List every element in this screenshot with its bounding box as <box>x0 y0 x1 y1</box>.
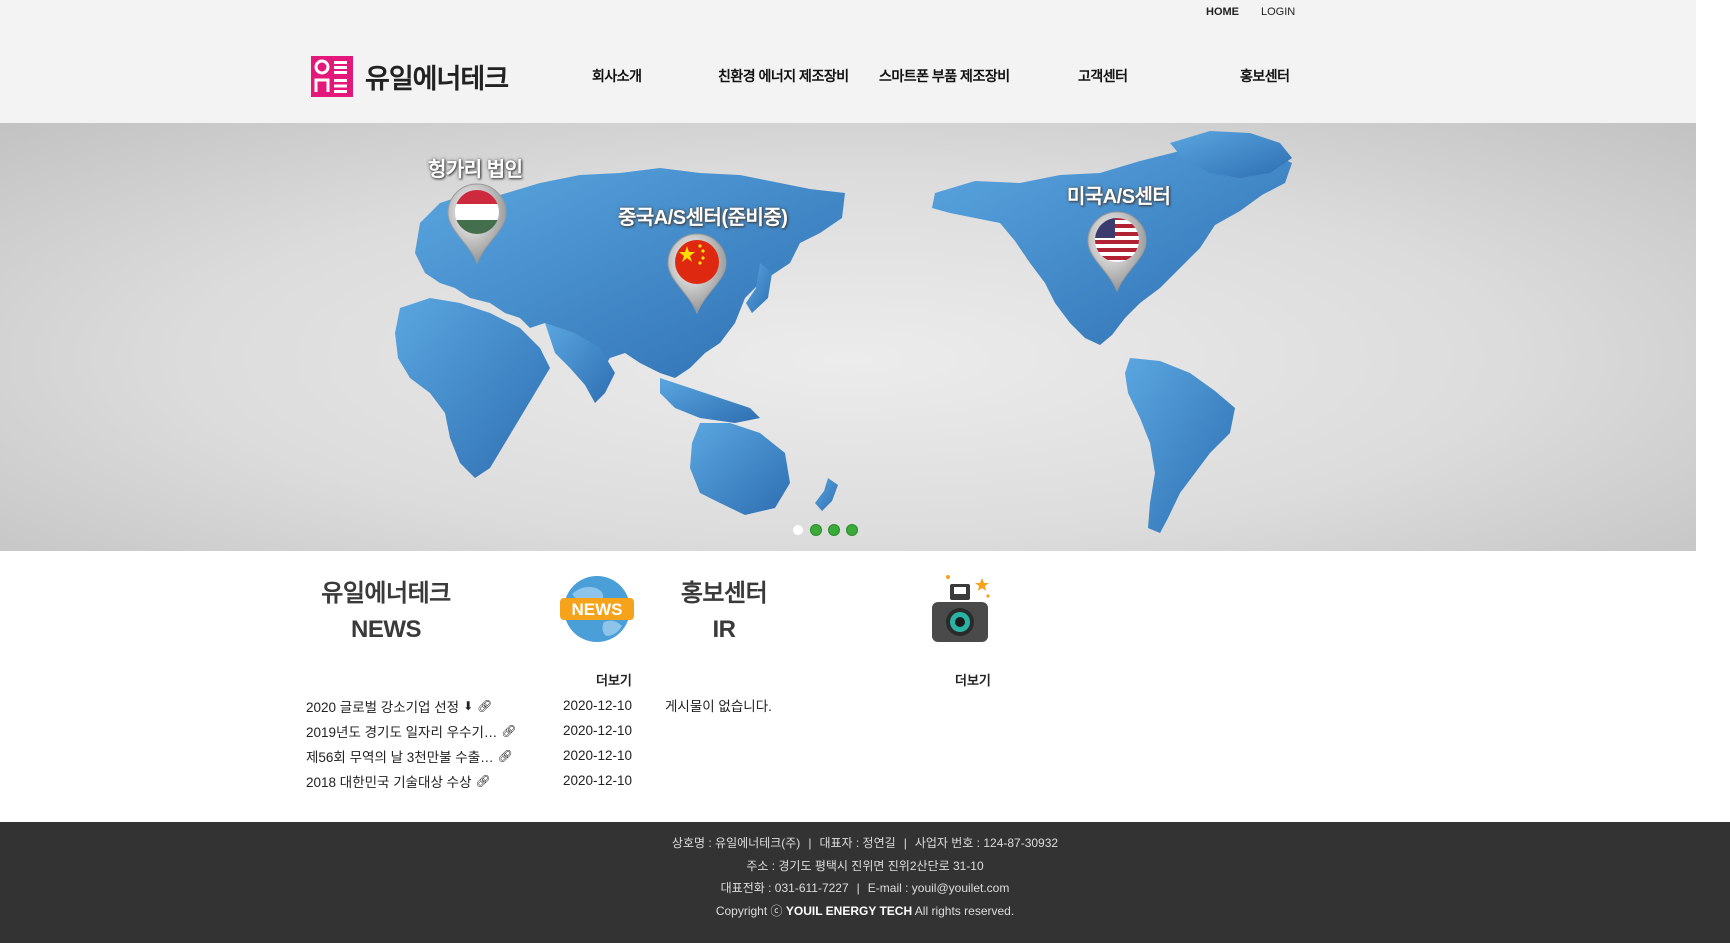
slide-dot-4[interactable] <box>846 524 858 536</box>
news-item[interactable]: 2019년도 경기도 일자리 우수기… 🔗︎ 2020-12-10 <box>306 718 632 743</box>
copyright-suffix: All rights reserved. <box>914 903 1015 918</box>
news-title-line1: 유일에너테크 <box>321 580 451 607</box>
news-item[interactable]: 2020 글로벌 강소기업 선정 ⬇ 🔗︎ 2020-12-10 <box>306 693 632 718</box>
footer-copyright: Copyright ⓒ YOUIL ENERGY TECH All rights… <box>0 900 1730 923</box>
nav-customer-center[interactable]: 고객센터 <box>1078 66 1128 86</box>
map-australia <box>690 423 790 515</box>
footer-separator: | <box>856 881 860 895</box>
slide-dot-2[interactable] <box>810 524 822 536</box>
news-item-date: 2020-12-10 <box>562 748 632 763</box>
world-map <box>395 131 1292 533</box>
hero-banner: 헝가리 법인 중국A/S센터(준비중) 미국A/S센터 <box>0 123 1696 551</box>
footer-line-contact: 대표전화 : 031-611-7227 | E-mail : youil@youil… <box>0 877 1730 900</box>
news-item[interactable]: 제56회 무역의 날 3천만불 수출… 🔗︎ 2020-12-10 <box>306 743 632 768</box>
site-footer: 상호명 : 유일에너테크(주) | 대표자 : 정연길 | 사업자 번호 : 124-8… <box>0 822 1730 943</box>
link-icon: 🔗︎ <box>475 773 491 788</box>
map-south-america <box>1125 358 1235 533</box>
news-title-line2: NEWS <box>351 616 422 643</box>
footer-ceo: 대표자 : 정연길 <box>819 836 896 850</box>
nav-company[interactable]: 회사소개 <box>592 66 642 86</box>
news-item-title[interactable]: 제56회 무역의 날 3천만불 수출… <box>306 746 494 766</box>
pr-more-link[interactable]: 더보기 <box>955 670 991 689</box>
camera-icon <box>932 575 990 642</box>
pin-label-china: 중국A/S센터(준비중) <box>618 207 788 229</box>
news-item-date: 2020-12-10 <box>562 723 632 738</box>
footer-address: 주소 : 경기도 평택시 진위면 진위2산단로 31-10 <box>746 858 984 873</box>
pr-title-line2: IR <box>712 616 737 643</box>
footer-line-company: 상호명 : 유일에너테크(주) | 대표자 : 정연길 | 사업자 번호 : 124-8… <box>0 832 1730 855</box>
pr-section-title: 홍보센터 IR <box>664 576 784 648</box>
news-icon-text: NEWS <box>572 600 623 619</box>
pin-label-hungary: 헝가리 법인 <box>428 159 523 181</box>
download-icon: ⬇ <box>463 698 474 713</box>
map-new-zealand <box>815 478 838 511</box>
link-icon: 🔗︎ <box>477 698 493 713</box>
slide-pagination <box>792 524 858 536</box>
news-item-title[interactable]: 2018 대한민국 기술대상 수상 <box>306 771 471 791</box>
copyright-prefix: Copyright ⓒ <box>715 903 783 918</box>
news-item-date: 2020-12-10 <box>562 773 632 788</box>
site-logo[interactable]: 유일에너테크 <box>311 56 509 97</box>
link-icon: 🔗︎ <box>497 748 513 763</box>
footer-separator: | <box>808 836 812 850</box>
nav-pr-center[interactable]: 홍보센터 <box>1240 66 1290 86</box>
pin-label-usa: 미국A/S센터 <box>1067 186 1171 208</box>
top-links: HOME LOGIN <box>1206 6 1295 18</box>
copyright-brand: YOUIL ENERGY TECH <box>785 903 913 918</box>
news-item[interactable]: 2018 대한민국 기술대상 수상 🔗︎ 2020-12-10 <box>306 768 632 793</box>
logo-text: 유일에너테크 <box>365 64 509 94</box>
pr-title-line1: 홍보센터 <box>680 580 768 607</box>
nav-smartphone-equipment[interactable]: 스마트폰 부품 제조장비 <box>879 66 1010 86</box>
home-link[interactable]: HOME <box>1206 6 1239 18</box>
slide-dot-1[interactable] <box>792 524 804 536</box>
logo-mark-icon <box>311 56 353 97</box>
news-item-title[interactable]: 2019년도 경기도 일자리 우수기… <box>306 721 497 741</box>
site-header: HOME LOGIN 유일에너테크 회사소개 친환경 에너지 제조장비 스마트폰… <box>0 0 1696 123</box>
map-africa <box>395 298 550 478</box>
map-southeast-asia <box>660 378 760 423</box>
link-icon: 🔗︎ <box>501 723 517 738</box>
slide-dot-3[interactable] <box>828 524 840 536</box>
login-link[interactable]: LOGIN <box>1261 6 1295 18</box>
news-list: 2020 글로벌 강소기업 선정 ⬇ 🔗︎ 2020-12-10 2019년도 경… <box>306 693 632 793</box>
news-item-date: 2020-12-10 <box>562 698 632 713</box>
footer-separator: | <box>903 836 907 850</box>
news-section-title: 유일에너테크 NEWS <box>306 576 466 648</box>
pr-empty-message: 게시물이 없습니다. <box>665 699 772 714</box>
footer-company: 상호명 : 유일에너테크(주) <box>671 836 801 850</box>
news-globe-icon: NEWS <box>560 576 634 642</box>
footer-email: E-mail : youil@youilet.com <box>867 881 1010 895</box>
news-more-link[interactable]: 더보기 <box>596 670 632 689</box>
footer-phone: 대표전화 : 031-611-7227 <box>720 881 849 895</box>
nav-eco-energy-equipment[interactable]: 친환경 에너지 제조장비 <box>718 66 849 86</box>
news-item-title[interactable]: 2020 글로벌 강소기업 선정 <box>306 696 459 716</box>
footer-biz-no: 사업자 번호 : 124-87-30932 <box>914 836 1059 850</box>
